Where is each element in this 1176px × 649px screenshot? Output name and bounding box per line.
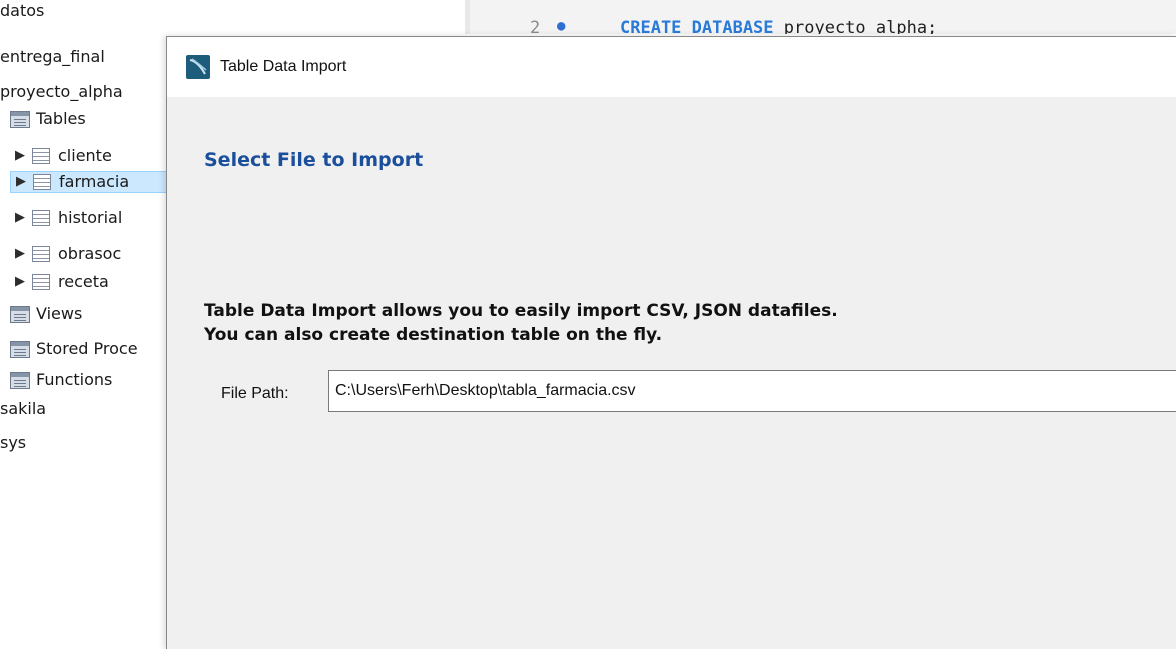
schema-label: entrega_final <box>0 47 105 66</box>
schema-entrega-final[interactable]: entrega_final <box>0 46 105 68</box>
group-label: Views <box>36 304 83 323</box>
schema-datos[interactable]: datos <box>0 0 44 22</box>
table-item-obrasoc[interactable]: ▶ obrasoc <box>12 243 121 265</box>
code-line[interactable]: CREATE DATABASE proyecto_alpha; <box>620 18 937 34</box>
sql-keyword: CREATE DATABASE <box>620 18 774 34</box>
line-number: 2 <box>530 18 541 34</box>
schema-label: datos <box>0 1 45 20</box>
procedures-folder-icon <box>10 340 30 358</box>
table-label: farmacia <box>59 172 130 191</box>
expand-arrow-icon[interactable]: ▶ <box>12 243 28 265</box>
schema-label: sys <box>0 433 27 452</box>
group-label: Stored Proce <box>36 339 138 358</box>
file-path-label: File Path: <box>221 385 289 402</box>
table-item-historial[interactable]: ▶ historial <box>12 207 122 229</box>
expand-arrow-icon[interactable]: ▶ <box>12 271 28 293</box>
tree-group-stored-procedures[interactable]: Stored Proce <box>10 338 138 360</box>
table-label: historial <box>58 208 123 227</box>
dialog-title: Table Data Import <box>220 58 347 75</box>
table-icon <box>32 148 50 164</box>
schema-label: sakila <box>0 399 47 418</box>
table-icon <box>32 246 50 262</box>
table-item-receta[interactable]: ▶ receta <box>12 271 109 293</box>
schema-sys[interactable]: sys <box>0 432 26 454</box>
tree-group-views[interactable]: Views <box>10 303 82 325</box>
mysql-workbench-icon <box>186 55 210 79</box>
tree-group-functions[interactable]: Functions <box>10 369 112 391</box>
table-icon <box>32 210 50 226</box>
table-item-farmacia[interactable]: ▶ farmacia <box>10 171 190 193</box>
functions-folder-icon <box>10 371 30 389</box>
table-data-import-dialog: Table Data Import Select File to Import … <box>166 36 1176 649</box>
table-label: receta <box>58 272 109 291</box>
sql-editor[interactable]: 2 ● CREATE DATABASE proyecto_alpha; <box>465 0 1176 34</box>
group-label: Functions <box>36 370 113 389</box>
description-line: Table Data Import allows you to easily i… <box>204 301 838 321</box>
expand-arrow-icon[interactable]: ▶ <box>12 207 28 229</box>
tables-folder-icon <box>10 110 30 128</box>
sql-identifier: proyecto_alpha; <box>773 18 938 34</box>
views-folder-icon <box>10 305 30 323</box>
schema-proyecto-alpha[interactable]: proyecto_alpha <box>0 81 123 103</box>
description-line: You can also create destination table on… <box>204 325 663 345</box>
tree-group-tables[interactable]: Tables <box>10 108 86 130</box>
table-item-cliente[interactable]: ▶ cliente <box>12 145 112 167</box>
wizard-step-heading: Select File to Import <box>204 149 424 171</box>
table-label: obrasoc <box>58 244 122 263</box>
file-path-input[interactable] <box>328 370 1176 412</box>
wizard-description: Table Data Import allows you to easily i… <box>204 299 838 347</box>
expand-arrow-icon[interactable]: ▶ <box>12 145 28 167</box>
statement-marker-icon: ● <box>557 18 566 34</box>
dialog-titlebar[interactable]: Table Data Import <box>167 37 1176 97</box>
table-icon <box>33 174 51 190</box>
schema-navigator: datos entrega_final proyecto_alpha Table… <box>0 0 190 648</box>
table-icon <box>32 274 50 290</box>
table-label: cliente <box>58 146 112 165</box>
expand-arrow-icon[interactable]: ▶ <box>13 171 29 193</box>
schema-label: proyecto_alpha <box>0 82 123 101</box>
group-label: Tables <box>36 109 86 128</box>
schema-sakila[interactable]: sakila <box>0 398 46 420</box>
